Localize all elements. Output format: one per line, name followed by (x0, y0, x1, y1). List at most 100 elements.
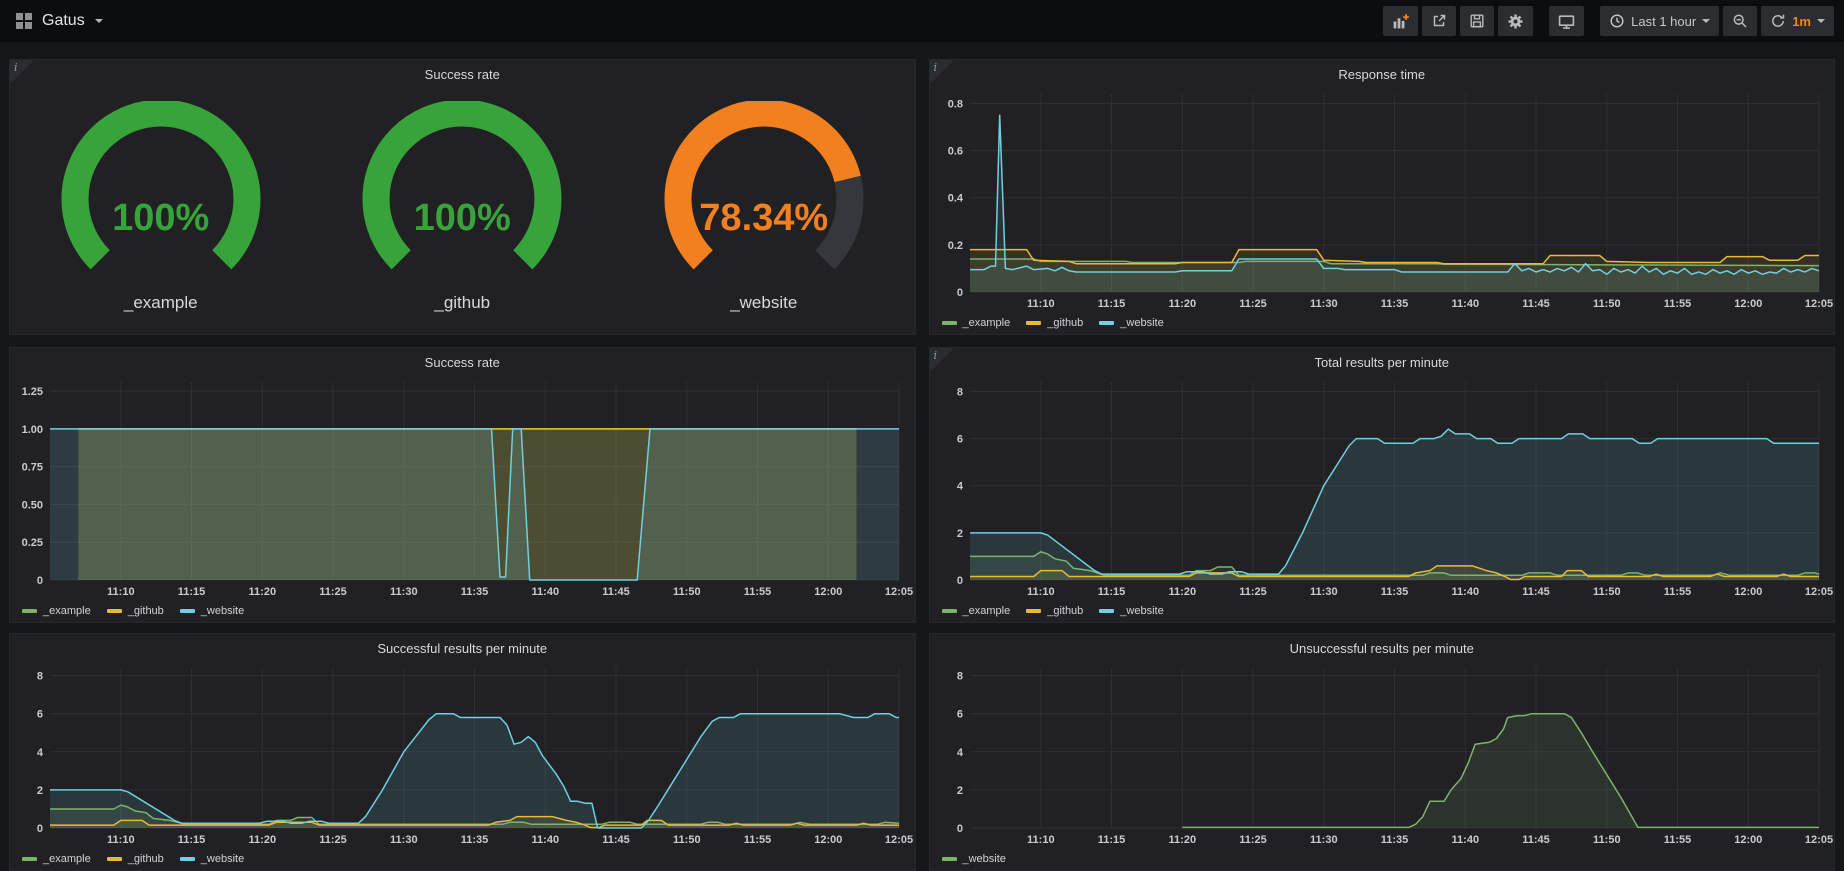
legend-item[interactable]: _website (1099, 605, 1163, 617)
successful-results-chart[interactable]: 0246811:1011:1511:2011:2511:3011:3511:40… (10, 660, 915, 848)
x-axis-tick-label: 11:35 (461, 834, 489, 846)
cycle-view-button[interactable] (1549, 6, 1584, 36)
x-axis-tick-label: 11:25 (1239, 586, 1267, 598)
panel-info-corner[interactable]: i (10, 60, 34, 84)
x-axis-tick-label: 11:40 (1451, 586, 1479, 598)
legend-item[interactable]: _website (180, 605, 244, 617)
y-axis-tick-label: 2 (37, 785, 43, 797)
y-axis-tick-label: 0.50 (22, 499, 43, 511)
x-axis-tick-label: 12:05 (1804, 586, 1832, 598)
settings-button[interactable] (1498, 6, 1533, 36)
x-axis-tick-label: 11:45 (1522, 586, 1550, 598)
clock-icon (1609, 13, 1625, 29)
gauge-arc (352, 101, 572, 287)
dashboard-grid-icon[interactable] (16, 13, 32, 29)
gear-icon (1507, 13, 1524, 30)
x-axis-tick-label: 12:00 (814, 834, 842, 846)
x-axis-tick-label: 12:05 (1804, 834, 1832, 846)
panel-title[interactable]: Unsuccessful results per minute (930, 634, 1835, 660)
gauge-arc (654, 101, 874, 287)
y-axis-tick-label: 8 (37, 671, 43, 683)
x-axis-tick-label: 12:05 (1804, 298, 1832, 310)
y-axis-tick-label: 0.6 (947, 146, 962, 158)
legend-color-swatch (1099, 609, 1114, 613)
x-axis-tick-label: 11:40 (1451, 298, 1479, 310)
panel-title[interactable]: Total results per minute (930, 348, 1835, 374)
refresh-interval-label: 1m (1792, 14, 1811, 29)
y-axis-tick-label: 8 (956, 671, 962, 683)
y-axis-tick-label: 4 (37, 747, 44, 759)
gauge-label: _website (730, 293, 797, 313)
x-axis-tick-label: 11:50 (673, 834, 701, 846)
panel-info-corner[interactable]: i (930, 60, 954, 84)
panel-title[interactable]: Response time (930, 60, 1835, 86)
x-axis-tick-label: 11:10 (107, 834, 135, 846)
y-axis-tick-label: 2 (956, 785, 962, 797)
total-results-chart[interactable]: 0246811:1011:1511:2011:2511:3011:3511:40… (930, 374, 1835, 600)
x-axis-tick-label: 11:30 (390, 586, 418, 598)
y-axis-tick-label: 1.25 (22, 386, 43, 398)
legend-color-swatch (22, 609, 37, 613)
legend-item[interactable]: _github (107, 605, 164, 617)
save-button[interactable] (1460, 6, 1494, 36)
refresh-icon (1770, 13, 1786, 29)
y-axis-tick-label: 0.75 (22, 462, 43, 474)
legend-item[interactable]: _github (1026, 317, 1083, 329)
panel-title[interactable]: Success rate (10, 60, 915, 86)
dashboard-title[interactable]: Gatus (42, 12, 85, 30)
y-axis-tick-label: 0 (37, 575, 43, 587)
chart-legend: _example _github _website (10, 600, 915, 622)
caret-down-icon[interactable] (95, 19, 103, 27)
success-rate-chart[interactable]: 00.250.500.751.001.2511:1011:1511:2011:2… (10, 374, 915, 600)
share-icon (1431, 13, 1447, 29)
legend-item[interactable]: _website (1099, 317, 1163, 329)
x-axis-tick-label: 11:35 (461, 586, 489, 598)
add-panel-button[interactable] (1383, 6, 1418, 36)
x-axis-tick-label: 11:10 (107, 586, 135, 598)
x-axis-tick-label: 11:50 (1593, 834, 1621, 846)
legend-item[interactable]: _example (22, 605, 91, 617)
panel-total-results: i Total results per minute 0246811:1011:… (929, 347, 1836, 623)
legend-item[interactable]: _github (1026, 605, 1083, 617)
x-axis-tick-label: 11:40 (532, 834, 560, 846)
y-axis-tick-label: 6 (37, 709, 43, 721)
refresh-button[interactable]: 1m (1761, 6, 1834, 36)
x-axis-tick-label: 11:10 (1027, 834, 1055, 846)
x-axis-tick-label: 11:25 (1239, 834, 1267, 846)
legend-color-swatch (180, 609, 195, 613)
response-time-chart[interactable]: 00.20.40.60.811:1011:1511:2011:2511:3011… (930, 86, 1835, 312)
y-axis-tick-label: 1.00 (22, 424, 43, 436)
gauge-example: 100% _example (41, 101, 281, 313)
legend-item[interactable]: _example (22, 853, 91, 865)
legend-item[interactable]: _example (942, 317, 1011, 329)
legend-item[interactable]: _website (942, 853, 1006, 865)
time-range-button[interactable]: Last 1 hour (1600, 6, 1719, 36)
x-axis-tick-label: 11:50 (673, 586, 701, 598)
panel-title[interactable]: Successful results per minute (10, 634, 915, 660)
x-axis-tick-label: 11:20 (249, 834, 277, 846)
legend-color-swatch (180, 857, 195, 861)
zoom-out-button[interactable] (1723, 6, 1757, 36)
legend-item[interactable]: _example (942, 605, 1011, 617)
chart-legend: _example _github _website (930, 600, 1835, 622)
gauge-value: 100% (41, 197, 281, 240)
share-button[interactable] (1422, 6, 1456, 36)
x-axis-tick-label: 11:50 (1593, 586, 1621, 598)
x-axis-tick-label: 11:15 (178, 834, 206, 846)
gauge-value: 100% (342, 197, 582, 240)
panel-info-corner[interactable]: i (930, 348, 954, 372)
x-axis-tick-label: 12:00 (814, 586, 842, 598)
panel-title[interactable]: Success rate (10, 348, 915, 374)
series-fill (1182, 714, 1819, 828)
chart-canvas: 00.250.500.751.001.2511:1011:1511:2011:2… (10, 374, 915, 600)
unsuccessful-results-chart[interactable]: 0246811:1011:1511:2011:2511:3011:3511:40… (930, 660, 1835, 848)
legend-item[interactable]: _github (107, 853, 164, 865)
y-axis-tick-label: 6 (956, 709, 962, 721)
y-axis-tick-label: 2 (956, 528, 962, 540)
legend-item[interactable]: _website (180, 853, 244, 865)
chart-canvas: 0246811:1011:1511:2011:2511:3011:3511:40… (10, 660, 915, 848)
x-axis-tick-label: 11:30 (1310, 586, 1338, 598)
x-axis-tick-label: 11:55 (1663, 298, 1691, 310)
y-axis-tick-label: 0.2 (947, 240, 962, 252)
monitor-icon (1558, 13, 1575, 30)
